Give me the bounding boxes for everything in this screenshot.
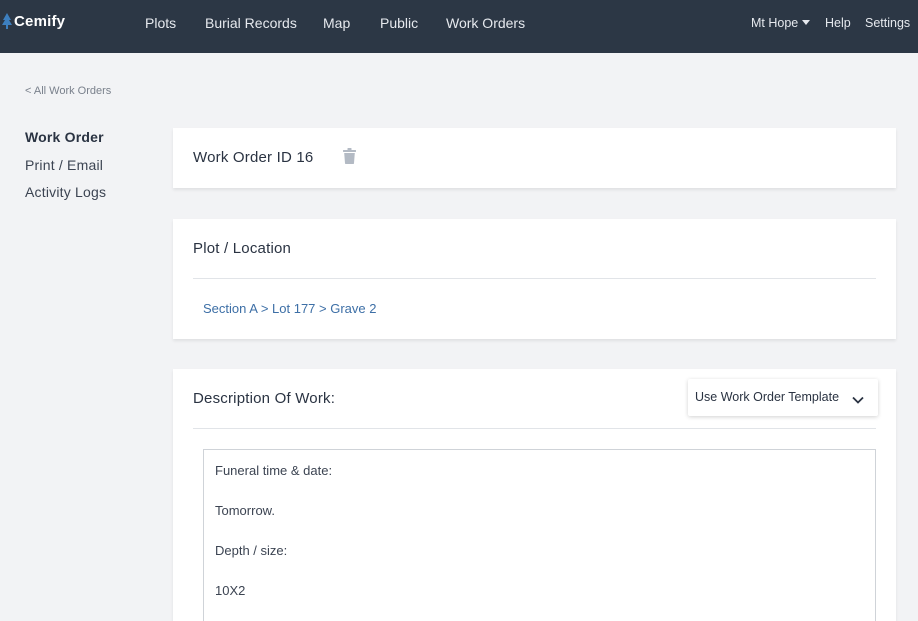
description-line: Depth / size: [215,543,288,558]
all-work-orders-link[interactable]: < All Work Orders [25,85,111,97]
divider [193,278,876,279]
nav-plots[interactable]: Plots [145,15,176,31]
sidebar-item-activity-logs[interactable]: Activity Logs [25,184,106,200]
work-order-template-dropdown[interactable]: Use Work Order Template [688,379,878,416]
logo[interactable]: Cemify [2,12,65,30]
description-card: Description Of Work: Use Work Order Temp… [173,369,896,621]
logo-text: Cemify [14,12,66,30]
trash-icon[interactable] [343,148,356,169]
nav-work-orders[interactable]: Work Orders [446,15,525,31]
description-line: Funeral time & date: [215,463,333,478]
divider [193,428,876,429]
tree-logo-icon [2,12,12,30]
caret-down-icon [802,20,811,26]
chevron-down-icon [852,391,864,409]
sidebar-item-work-order[interactable]: Work Order [25,129,104,145]
description-heading: Description Of Work: [193,390,336,407]
description-line: 10X2 [215,583,246,598]
nav-burial-records[interactable]: Burial Records [205,15,297,31]
nav-public[interactable]: Public [380,15,418,31]
nav-map[interactable]: Map [323,15,350,31]
cemetery-selector[interactable]: Mt Hope [751,16,811,30]
work-order-title: Work Order ID 16 [193,149,314,166]
plot-path-link[interactable]: Section A > Lot 177 > Grave 2 [203,301,376,316]
sidebar-item-print-email[interactable]: Print / Email [25,157,103,173]
cemetery-name: Mt Hope [751,16,799,30]
plot-location-heading: Plot / Location [193,240,292,257]
template-dropdown-label: Use Work Order Template [695,390,840,404]
settings-link[interactable]: Settings [865,16,910,30]
plot-location-card: Plot / Location Section A > Lot 177 > Gr… [173,219,896,339]
work-order-card: Work Order ID 16 [173,128,896,188]
top-nav-bar: Cemify Plots Burial Records Map Public W… [0,0,918,53]
description-line: Tomorrow. [215,503,275,518]
help-link[interactable]: Help [825,16,851,30]
description-textarea[interactable]: Funeral time & date: Tomorrow. Depth / s… [203,449,876,621]
